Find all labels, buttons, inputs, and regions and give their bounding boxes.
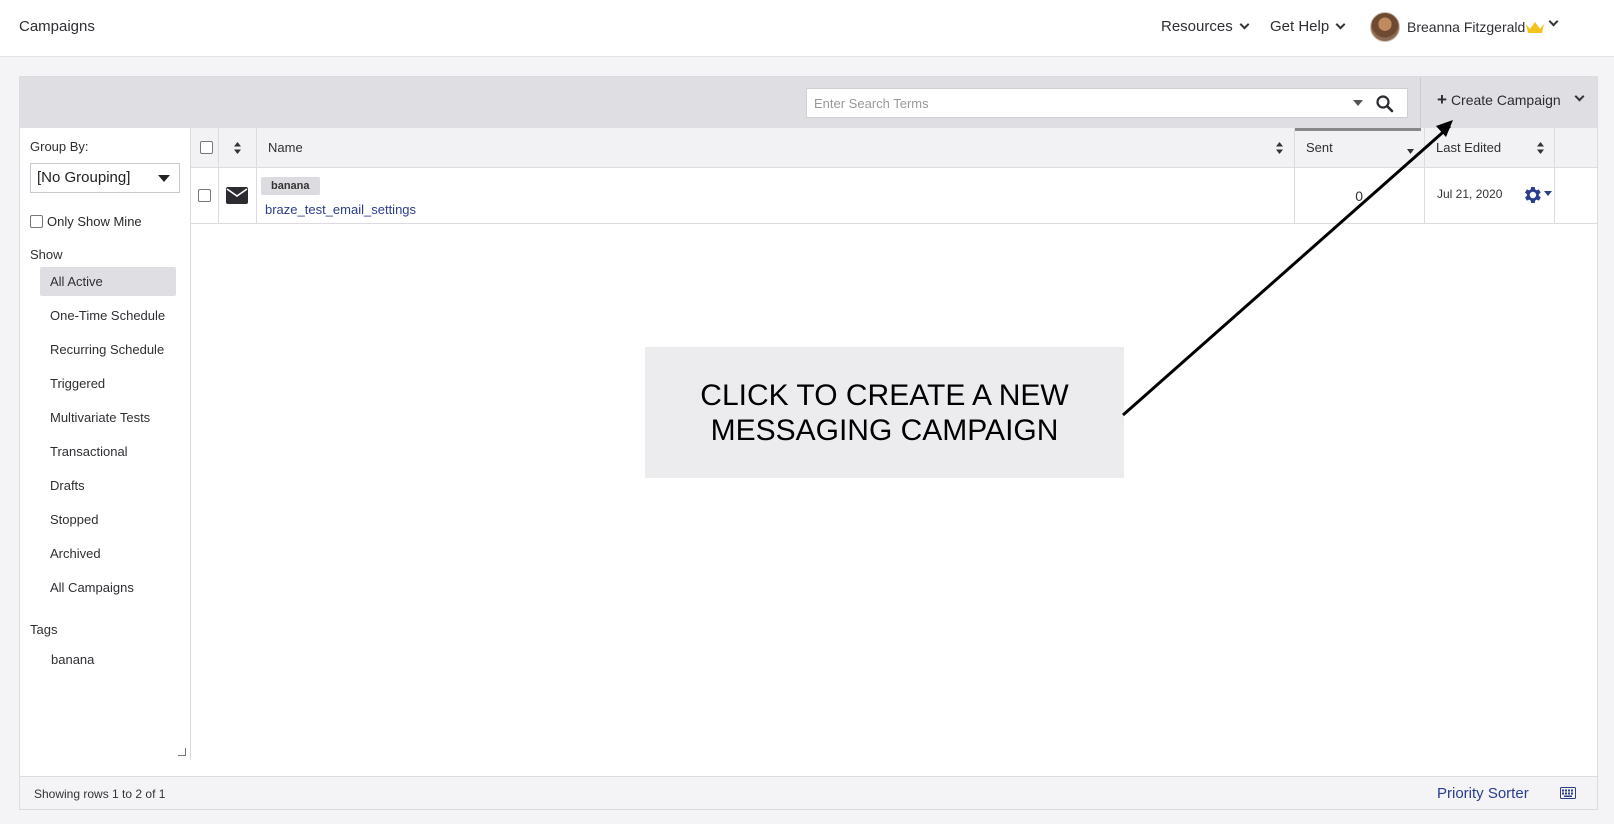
user-name[interactable]: Breanna Fitzgerald bbox=[1407, 19, 1525, 35]
keyboard-icon[interactable] bbox=[1560, 787, 1576, 799]
gear-icon[interactable] bbox=[1521, 184, 1543, 206]
show-item-transactional[interactable]: Transactional bbox=[40, 437, 176, 466]
caret-down-icon bbox=[158, 175, 170, 182]
group-by-select[interactable]: [No Grouping] bbox=[30, 163, 180, 193]
show-item-multivariate-tests[interactable]: Multivariate Tests bbox=[40, 403, 176, 432]
nav-get-help[interactable]: Get Help bbox=[1270, 18, 1346, 35]
chevron-down-icon bbox=[1335, 19, 1346, 30]
annotation-arrow-icon bbox=[1122, 120, 1453, 417]
create-campaign-dropdown-icon[interactable] bbox=[1574, 91, 1585, 102]
sort-icon bbox=[234, 142, 241, 154]
annotation-callout: CLICK TO CREATE A NEW MESSAGING CAMPAIGN bbox=[645, 347, 1124, 478]
sort-icon bbox=[1537, 142, 1544, 154]
select-all-cell bbox=[191, 128, 219, 168]
nav-get-help-label: Get Help bbox=[1270, 18, 1330, 35]
crown-icon bbox=[1526, 22, 1544, 33]
show-item-all-active[interactable]: All Active bbox=[40, 267, 176, 296]
show-label: Show bbox=[30, 247, 63, 262]
nav-resources[interactable]: Resources bbox=[1161, 18, 1250, 35]
chevron-down-icon bbox=[1239, 19, 1250, 30]
show-item-recurring-schedule[interactable]: Recurring Schedule bbox=[40, 335, 176, 364]
actions-caret-icon[interactable] bbox=[1544, 191, 1552, 196]
show-item-all-campaigns[interactable]: All Campaigns bbox=[40, 573, 176, 602]
show-item-archived[interactable]: Archived bbox=[40, 539, 176, 568]
rows-count-text: Showing rows 1 to 2 of 1 bbox=[34, 787, 166, 801]
page-title: Campaigns bbox=[19, 18, 95, 35]
show-item-triggered[interactable]: Triggered bbox=[40, 369, 176, 398]
type-column-header[interactable] bbox=[219, 128, 257, 168]
search-dropdown-caret-icon[interactable] bbox=[1353, 100, 1363, 106]
top-bar: Campaigns Resources Get Help Breanna Fit… bbox=[0, 0, 1614, 57]
create-campaign-button[interactable]: + Create Campaign bbox=[1437, 90, 1561, 109]
filter-sidebar: Group By: [No Grouping] Only Show Mine S… bbox=[20, 128, 191, 760]
only-show-mine-toggle[interactable]: Only Show Mine bbox=[30, 214, 142, 229]
campaign-tag-badge[interactable]: banana bbox=[261, 177, 320, 195]
priority-sorter-link[interactable]: Priority Sorter bbox=[1437, 785, 1529, 802]
plus-icon: + bbox=[1437, 90, 1447, 109]
group-by-label: Group By: bbox=[30, 139, 89, 154]
nav-resources-label: Resources bbox=[1161, 18, 1233, 35]
group-by-value: [No Grouping] bbox=[37, 169, 131, 186]
tags-label: Tags bbox=[30, 622, 58, 637]
select-all-checkbox[interactable] bbox=[200, 141, 213, 154]
table-footer: Showing rows 1 to 2 of 1 Priority Sorter bbox=[20, 776, 1597, 809]
actions-column-header bbox=[1555, 128, 1597, 168]
only-show-mine-label: Only Show Mine bbox=[47, 214, 142, 229]
show-item-stopped[interactable]: Stopped bbox=[40, 505, 176, 534]
user-menu-chevron-icon[interactable] bbox=[1548, 16, 1559, 27]
show-item-drafts[interactable]: Drafts bbox=[40, 471, 176, 500]
campaign-name-link[interactable]: braze_test_email_settings bbox=[265, 202, 416, 217]
name-column-label: Name bbox=[268, 140, 303, 155]
resize-handle-icon[interactable] bbox=[178, 748, 186, 756]
show-item-one-time-schedule[interactable]: One-Time Schedule bbox=[40, 301, 176, 330]
only-show-mine-checkbox[interactable] bbox=[30, 215, 43, 228]
search-icon[interactable] bbox=[1375, 94, 1395, 114]
avatar[interactable] bbox=[1370, 12, 1400, 42]
sidebar-tag-banana[interactable]: banana bbox=[51, 652, 94, 667]
create-campaign-label: Create Campaign bbox=[1450, 92, 1561, 108]
annotation-text: CLICK TO CREATE A NEW MESSAGING CAMPAIGN bbox=[700, 378, 1069, 447]
